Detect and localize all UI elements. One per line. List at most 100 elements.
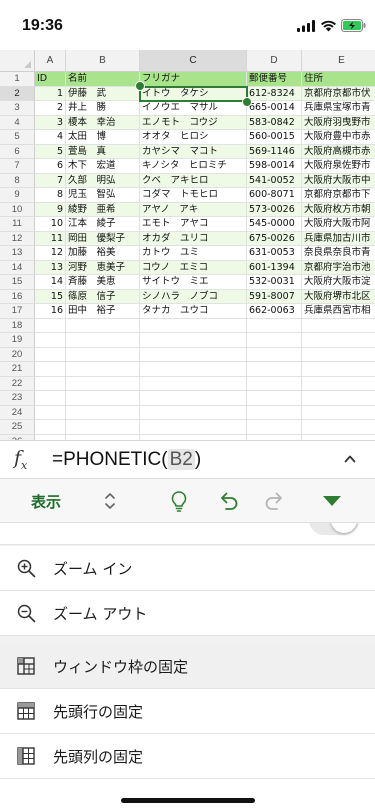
table-cell[interactable]: 5: [35, 144, 66, 159]
table-cell[interactable]: 15: [35, 289, 66, 304]
selection-handle-start[interactable]: [135, 80, 145, 91]
table-cell[interactable]: [302, 348, 375, 362]
row-header[interactable]: 11: [0, 217, 35, 232]
table-cell[interactable]: 532-0031: [247, 275, 302, 290]
table-cell[interactable]: [66, 333, 140, 348]
undo-icon[interactable]: [217, 490, 239, 512]
table-cell[interactable]: 京都府京都市伏: [302, 86, 375, 101]
chevron-up-icon[interactable]: [344, 453, 356, 465]
table-cell[interactable]: 600-8071: [247, 188, 302, 203]
table-cell[interactable]: 612-8324: [247, 86, 302, 101]
table-cell[interactable]: 10: [35, 217, 66, 232]
table-cell[interactable]: 573-0026: [247, 202, 302, 217]
table-cell[interactable]: 2: [35, 101, 66, 116]
table-cell[interactable]: [35, 376, 66, 391]
table-cell[interactable]: [247, 376, 302, 391]
table-cell[interactable]: 河野 恵美子: [66, 260, 140, 275]
table-cell[interactable]: 11: [35, 231, 66, 246]
row-header[interactable]: 24: [0, 405, 35, 420]
row-header[interactable]: 15: [0, 275, 35, 290]
table-cell[interactable]: オカダ ユリコ: [140, 231, 247, 246]
collapse-ribbon-icon[interactable]: [322, 495, 342, 507]
table-cell[interactable]: 7: [35, 173, 66, 188]
table-cell[interactable]: [247, 391, 302, 406]
table-cell[interactable]: 大阪府大阪市中: [302, 173, 375, 188]
table-cell[interactable]: 14: [35, 275, 66, 290]
table-cell[interactable]: 大阪府枚方市朝: [302, 202, 375, 217]
menu-item-freeze-first-column[interactable]: 先頭列の固定: [0, 734, 375, 779]
table-cell[interactable]: 1: [35, 86, 66, 101]
table-cell[interactable]: コダマ トモヒロ: [140, 188, 247, 203]
table-cell[interactable]: 斉藤 美恵: [66, 275, 140, 290]
column-header-b[interactable]: B: [66, 50, 140, 72]
table-cell[interactable]: 591-8007: [247, 289, 302, 304]
table-cell[interactable]: 兵庫県西宮市相: [302, 304, 375, 319]
ribbon-tab-view[interactable]: 表示: [31, 491, 61, 512]
row-header[interactable]: 5: [0, 130, 35, 145]
table-cell[interactable]: 児玉 智弘: [66, 188, 140, 203]
table-cell[interactable]: エモト アヤコ: [140, 217, 247, 232]
tab-switch-chevrons-icon[interactable]: [104, 490, 116, 512]
row-header[interactable]: 16: [0, 289, 35, 304]
table-cell[interactable]: 13: [35, 260, 66, 275]
row-header[interactable]: 23: [0, 391, 35, 406]
header-cell[interactable]: フリガナ: [140, 72, 247, 87]
table-cell[interactable]: [140, 362, 247, 377]
table-cell[interactable]: 奈良県奈良市青: [302, 246, 375, 261]
table-cell[interactable]: [35, 362, 66, 377]
table-cell[interactable]: 篠原 信子: [66, 289, 140, 304]
select-all-corner[interactable]: [0, 50, 35, 72]
table-cell[interactable]: イノウエ マサル: [140, 101, 247, 116]
home-indicator[interactable]: [121, 798, 255, 803]
table-cell[interactable]: 大阪府羽曳野市: [302, 115, 375, 130]
row-header[interactable]: 25: [0, 420, 35, 435]
row-header[interactable]: 19: [0, 333, 35, 348]
row-header[interactable]: 1: [0, 72, 35, 87]
row-header[interactable]: 14: [0, 260, 35, 275]
menu-item-zoom-in[interactable]: ズーム イン: [0, 546, 375, 591]
table-cell[interactable]: [302, 362, 375, 377]
table-cell[interactable]: [247, 405, 302, 420]
table-cell[interactable]: 兵庫県宝塚市青: [302, 101, 375, 116]
table-cell[interactable]: [35, 391, 66, 406]
table-cell[interactable]: [302, 319, 375, 333]
table-cell[interactable]: [35, 420, 66, 435]
table-cell[interactable]: 560-0015: [247, 130, 302, 145]
table-cell[interactable]: 16: [35, 304, 66, 319]
table-cell[interactable]: [35, 333, 66, 348]
table-cell[interactable]: クベ アキヒロ: [140, 173, 247, 188]
row-header[interactable]: 22: [0, 376, 35, 391]
row-header[interactable]: 20: [0, 347, 35, 362]
header-cell[interactable]: ID: [35, 72, 66, 87]
table-cell[interactable]: [247, 333, 302, 348]
table-cell[interactable]: 井上 勝: [66, 101, 140, 116]
table-cell[interactable]: サイトウ ミエ: [140, 275, 247, 290]
table-cell[interactable]: コウノ エミコ: [140, 260, 247, 275]
table-cell[interactable]: タナカ ユウコ: [140, 304, 247, 319]
table-cell[interactable]: 4: [35, 130, 66, 145]
table-cell[interactable]: 6: [35, 159, 66, 174]
table-cell[interactable]: [247, 318, 302, 333]
menu-item-freeze-top-row[interactable]: 先頭行の固定: [0, 689, 375, 734]
row-header[interactable]: 9: [0, 188, 35, 203]
table-cell[interactable]: 8: [35, 188, 66, 203]
table-cell[interactable]: 田中 裕子: [66, 304, 140, 319]
row-header[interactable]: 4: [0, 115, 35, 130]
table-cell[interactable]: 大阪府泉佐野市: [302, 159, 375, 174]
table-cell[interactable]: [140, 347, 247, 362]
table-cell[interactable]: [66, 347, 140, 362]
table-cell[interactable]: オオタ ヒロシ: [140, 130, 247, 145]
table-cell[interactable]: 662-0063: [247, 304, 302, 319]
row-header[interactable]: 12: [0, 231, 35, 246]
table-cell[interactable]: 久部 明弘: [66, 173, 140, 188]
table-cell[interactable]: 太田 博: [66, 130, 140, 145]
table-cell[interactable]: 木下 宏道: [66, 159, 140, 174]
table-cell[interactable]: [35, 318, 66, 333]
redo-icon[interactable]: [264, 490, 286, 512]
column-header-a[interactable]: A: [35, 50, 66, 72]
table-cell[interactable]: 大阪府大阪市阿: [302, 217, 375, 232]
formula-bar[interactable]: fx =PHONETIC(B2): [0, 440, 375, 478]
table-cell[interactable]: [302, 406, 375, 420]
table-cell[interactable]: [302, 333, 375, 348]
table-cell[interactable]: 大阪府堺市北区: [302, 289, 375, 304]
